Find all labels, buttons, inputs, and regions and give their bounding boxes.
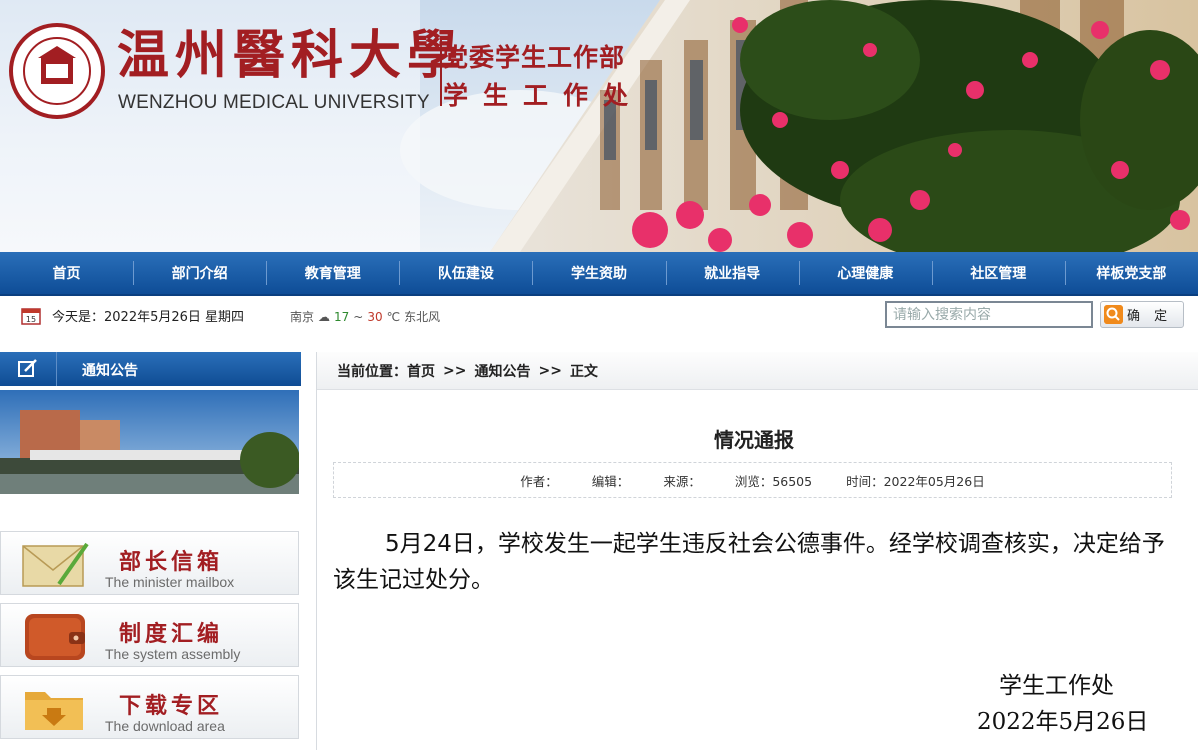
today-date: 今天是：2022年5月26日 星期四	[52, 310, 245, 325]
university-name-en: WENZHOU MEDICAL UNIVERSITY	[118, 92, 430, 113]
article-title: 情况通报	[714, 428, 794, 452]
meta-author: 作者：	[520, 473, 558, 489]
weather-widget: 南京 ☁ 17 ~ 30 ℃ 东北风	[290, 309, 441, 325]
sidebar-link-cn: 下载专区	[119, 694, 224, 719]
article-panel: 当前位置： 首页 >> 通知公告 >> 正文 情况通报 作者： 编辑： 来源： …	[316, 352, 1198, 750]
nav-item-mental-health[interactable]: 心理健康	[798, 252, 932, 294]
sidebar-link-en: The system assembly	[105, 646, 241, 662]
breadcrumb-label: 当前位置：	[337, 363, 407, 380]
dept-divider	[440, 40, 442, 106]
weather-temp-high: 30	[367, 309, 383, 324]
edit-icon	[0, 352, 57, 386]
article-body: 5月24日，学校发生一起学生违反社会公德事件。经学校调查核实，决定给予该生记过处…	[333, 531, 1165, 593]
sidebar-link-en: The minister mailbox	[105, 574, 235, 590]
meta-source: 来源：	[663, 473, 701, 489]
breadcrumb: 当前位置： 首页 >> 通知公告 >> 正文	[317, 352, 1198, 390]
folder-download-icon	[25, 692, 83, 730]
sidebar-section-header[interactable]: 通知公告	[0, 352, 301, 386]
svg-text:15: 15	[26, 315, 36, 324]
wallet-icon	[25, 614, 85, 660]
sidebar-section-title: 通知公告	[82, 363, 138, 379]
breadcrumb-sep: >>	[443, 362, 467, 379]
sidebar-link-cn: 部长信箱	[119, 550, 224, 575]
nav-item-community-management[interactable]: 社区管理	[931, 252, 1065, 294]
sidebar-campus-photo	[0, 390, 299, 494]
search-button[interactable]: 确 定	[1100, 301, 1184, 328]
meta-date: 时间：2022年05月26日	[846, 473, 985, 489]
breadcrumb-sep: >>	[538, 362, 562, 379]
nav-item-education-management[interactable]: 教育管理	[266, 252, 399, 294]
nav-item-model-party-branch[interactable]: 样板党支部	[1064, 252, 1198, 294]
university-seal-logo	[9, 23, 105, 119]
article-meta: 作者： 编辑： 来源： 浏览：56505 时间：2022年05月26日	[333, 462, 1172, 498]
university-name-cn: 温州醫科大學	[117, 25, 466, 86]
envelope-icon	[22, 542, 89, 587]
sidebar-link-minister-mailbox[interactable]: 部长信箱 The minister mailbox	[0, 531, 299, 595]
breadcrumb-home[interactable]: 首页	[407, 361, 435, 381]
dept-name-line1: 党委学生工作部	[443, 43, 626, 72]
weather-wind: 东北风	[404, 310, 441, 324]
meta-views: 浏览：56505	[734, 473, 813, 489]
article-signature-date: 2022年5月26日	[977, 709, 1149, 735]
search-input[interactable]	[885, 301, 1093, 328]
sidebar-link-en: The download area	[105, 718, 225, 734]
nav-item-department-intro[interactable]: 部门介绍	[133, 252, 266, 294]
breadcrumb-notices[interactable]: 通知公告	[474, 361, 530, 381]
sidebar-link-cn: 制度汇编	[119, 622, 224, 647]
weather-city: 南京	[290, 310, 315, 324]
nav-item-team-building[interactable]: 队伍建设	[399, 252, 532, 294]
breadcrumb-current: 正文	[569, 363, 598, 380]
article-signature-org: 学生工作处	[999, 673, 1114, 699]
weather-temp-low: 17	[334, 309, 350, 324]
calendar-icon: 15	[21, 308, 41, 325]
nav-item-employment-guidance[interactable]: 就业指导	[665, 252, 799, 294]
search-button-label: 确 定	[1127, 309, 1173, 324]
nav-item-home[interactable]: 首页	[0, 252, 133, 294]
search-icon	[1104, 305, 1123, 324]
nav-item-student-aid[interactable]: 学生资助	[532, 252, 665, 294]
meta-editor: 编辑：	[591, 473, 630, 489]
main-nav: 首页 部门介绍 教育管理 队伍建设 学生资助 就业指导 心理健康 社区管理 样板…	[0, 252, 1198, 296]
dept-name-line2: 学生工作处	[443, 81, 644, 110]
cloud-icon: ☁	[318, 309, 331, 324]
site-header: 温州醫科大學 WENZHOU MEDICAL UNIVERSITY 党委学生工作…	[0, 0, 1198, 252]
sidebar-link-download-area[interactable]: 下载专区 The download area	[0, 675, 299, 739]
sidebar-link-system-assembly[interactable]: 制度汇编 The system assembly	[0, 603, 299, 667]
